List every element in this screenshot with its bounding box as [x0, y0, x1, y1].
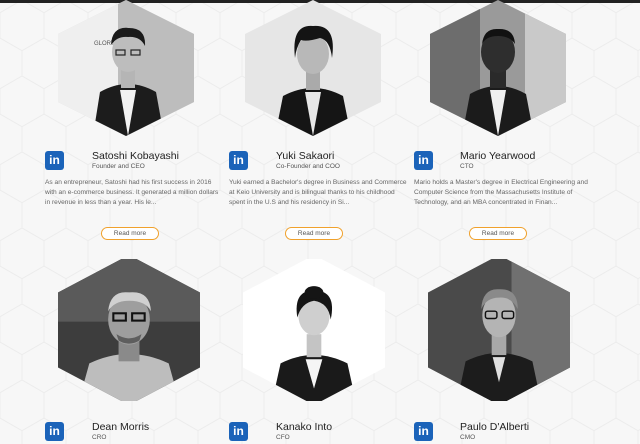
member-bio: Mario holds a Master's degree in Electri…: [414, 179, 588, 207]
member-role: Co-Founder and COO: [276, 163, 340, 170]
member-name: Dean Morris: [92, 421, 150, 433]
linkedin-icon[interactable]: in: [229, 151, 248, 170]
member-role: CFO: [276, 434, 290, 441]
read-more-button[interactable]: Read more: [285, 227, 343, 240]
member-name: Satoshi Kobayashi: [92, 150, 179, 162]
member-bio: Yuki earned a Bachelor's degree in Busin…: [229, 179, 407, 207]
linkedin-icon[interactable]: in: [229, 422, 248, 441]
linkedin-icon[interactable]: in: [414, 422, 433, 441]
linkedin-icon[interactable]: in: [45, 151, 64, 170]
read-more-button[interactable]: Read more: [101, 227, 159, 240]
member-role: Founder and CEO: [92, 163, 145, 170]
top-border: [0, 0, 640, 3]
read-more-button[interactable]: Read more: [469, 227, 527, 240]
member-name: Paulo D'Alberti: [460, 421, 530, 433]
linkedin-icon[interactable]: in: [45, 422, 64, 441]
member-name: Kanako Into: [276, 421, 333, 433]
member-bio: As an entrepreneur, Satoshi had his firs…: [45, 179, 219, 207]
member-name: Yuki Sakaori: [276, 150, 335, 162]
member-role: CMO: [460, 434, 476, 441]
linkedin-icon[interactable]: in: [414, 151, 433, 170]
member-role: CTO: [460, 163, 474, 170]
member-name: Mario Yearwood: [460, 150, 536, 162]
member-role: CRO: [92, 434, 107, 441]
